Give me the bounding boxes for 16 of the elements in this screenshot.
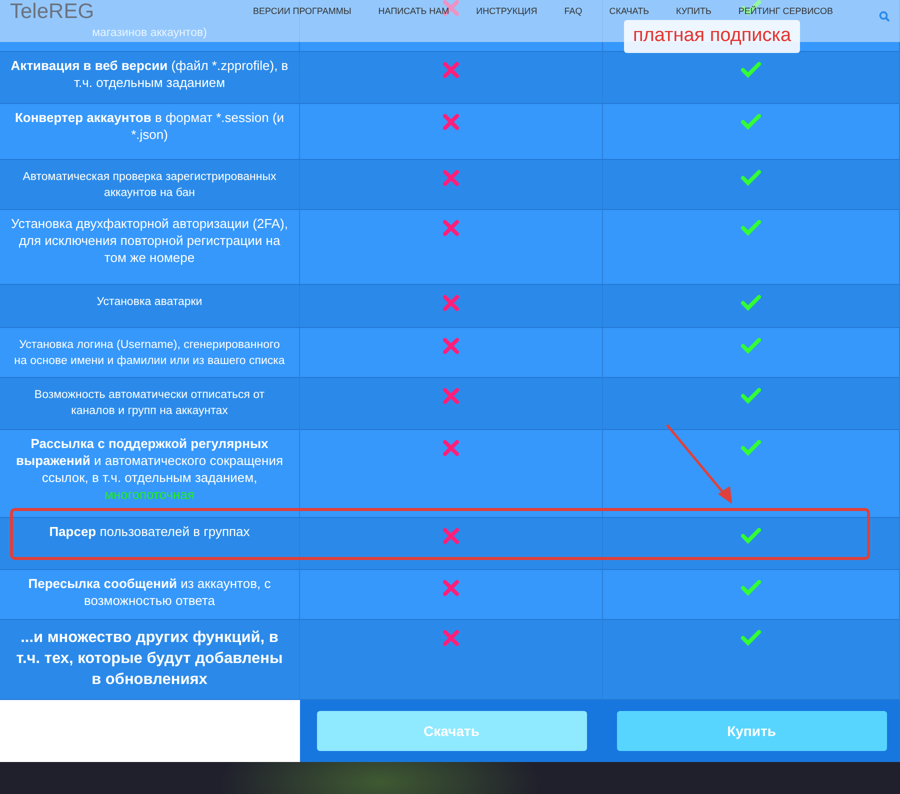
nav-link[interactable]: КУПИТЬ (676, 5, 712, 19)
feature-text: Установка двухфакторной авторизации (2FA), для исключения повторной регистрации на том же номере (0, 210, 300, 284)
feature-text: Рассылка с поддержкой регулярных выражений и автоматического сокращения ссылок, в т.ч. отдельным заданием, многопоточная (0, 430, 300, 517)
nav-link[interactable]: ИНСТРУКЦИЯ (476, 5, 538, 19)
highlight-text: многопоточная (104, 486, 194, 502)
callout-label: платная подписка (624, 20, 800, 52)
feature-text: Парсер пользователей в группах (0, 518, 300, 569)
nav-link[interactable]: НАПИСАТЬ НАМ (378, 5, 450, 19)
search-icon[interactable] (879, 10, 890, 22)
nav-link[interactable]: ВЕРСИИ ПРОГРАММЫ (252, 5, 352, 19)
feature-text: Конвертер аккаунтов в формат *.session (и *.json) (0, 104, 300, 159)
feature-text: Установка аватарки (0, 285, 300, 327)
nav-link[interactable]: СКАЧАТЬ (609, 5, 649, 19)
nav-link[interactable]: FAQ (564, 5, 582, 19)
nav-link[interactable]: РЕЙТИНГ СЕРВИСОВ (738, 5, 833, 19)
logo: TeleREG (10, 0, 94, 26)
